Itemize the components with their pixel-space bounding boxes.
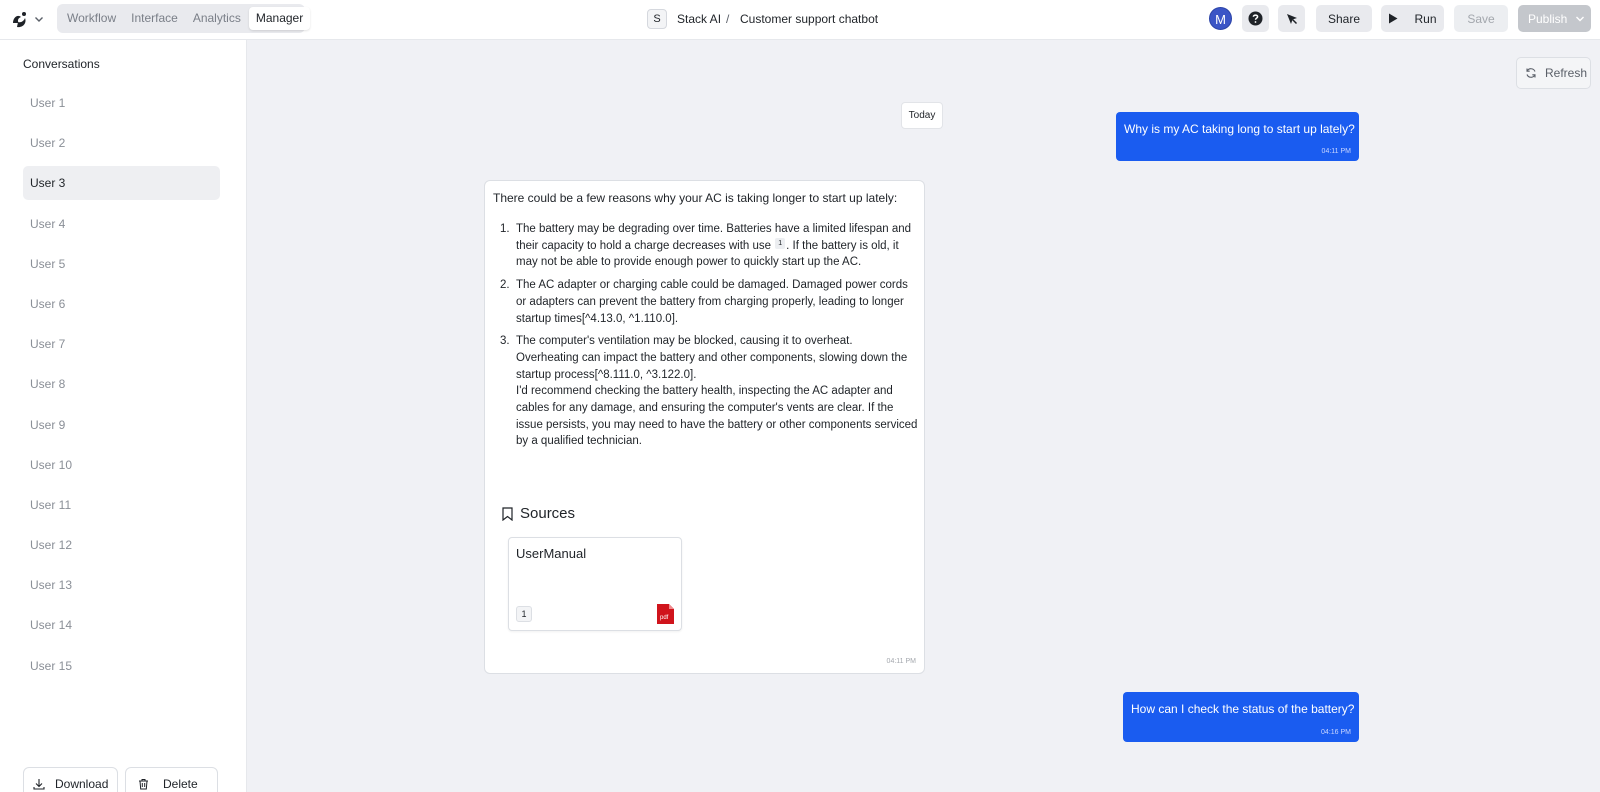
- conversation-item[interactable]: User 15: [23, 649, 220, 683]
- conversations-sidebar: Conversations User 1 User 2 User 3 User …: [0, 40, 247, 792]
- mode-tabs: Workflow Interface Analytics Manager: [57, 4, 311, 33]
- source-page-badge: 1: [516, 606, 532, 622]
- conversation-item[interactable]: User 8: [23, 367, 220, 401]
- download-label: Download: [55, 777, 109, 791]
- chevron-down-icon[interactable]: [33, 13, 45, 25]
- list-number: 1.: [500, 223, 510, 235]
- source-card[interactable]: UserManual 1 pdf: [508, 537, 682, 631]
- list-text: The AC adapter or charging cable could b…: [516, 279, 908, 325]
- list-item: 3. The computer's ventilation may be blo…: [493, 333, 918, 450]
- sources-heading: Sources: [502, 505, 575, 522]
- sidebar-title: Conversations: [23, 57, 100, 71]
- list-number: 2.: [500, 279, 510, 292]
- delete-label: Delete: [163, 777, 198, 791]
- publish-button[interactable]: Publish: [1518, 5, 1591, 32]
- chevron-down-icon[interactable]: [1575, 14, 1585, 24]
- message-timestamp: 04:16 PM: [1321, 729, 1351, 736]
- top-bar: Workflow Interface Analytics Manager S S…: [0, 0, 1600, 40]
- help-icon: [1248, 11, 1263, 26]
- message-timestamp: 04:11 PM: [886, 658, 916, 665]
- breadcrumb-separator: /: [726, 12, 730, 26]
- closing-paragraph: I'd recommend checking the battery healt…: [516, 385, 918, 448]
- conversation-item[interactable]: User 4: [23, 207, 220, 241]
- share-button[interactable]: Share: [1316, 5, 1372, 32]
- conversation-item[interactable]: User 1: [23, 86, 220, 120]
- refresh-label: Refresh: [1545, 66, 1588, 80]
- org-badge[interactable]: S: [647, 9, 667, 29]
- run-label: Run: [1414, 11, 1437, 26]
- date-separator: Today: [901, 102, 943, 129]
- tab-analytics[interactable]: Analytics: [186, 7, 248, 30]
- conversation-item[interactable]: User 13: [23, 568, 220, 602]
- conversation-item[interactable]: User 7: [23, 327, 220, 361]
- avatar[interactable]: M: [1209, 7, 1232, 30]
- sources-title: Sources: [520, 505, 576, 522]
- download-button[interactable]: Download: [23, 767, 118, 792]
- run-button[interactable]: Run: [1381, 5, 1444, 32]
- refresh-icon: [1526, 68, 1536, 78]
- download-icon: [33, 779, 45, 790]
- user-message: How can I check the status of the batter…: [1123, 692, 1359, 742]
- tab-interface[interactable]: Interface: [124, 7, 185, 30]
- cursor-icon: [1286, 13, 1297, 24]
- source-name: UserManual: [516, 546, 587, 561]
- message-list: 1. The battery may be degrading over tim…: [493, 221, 918, 456]
- tab-workflow[interactable]: Workflow: [60, 7, 123, 30]
- conversation-item[interactable]: User 10: [23, 448, 220, 482]
- assistant-message: There could be a few reasons why your AC…: [484, 180, 925, 674]
- conversation-list: User 1 User 2 User 3 User 4 User 5 User …: [23, 86, 220, 689]
- conversation-item[interactable]: User 14: [23, 608, 220, 642]
- list-number: 3.: [500, 335, 510, 348]
- pdf-icon-label: pdf: [660, 615, 669, 621]
- pdf-icon: pdf: [657, 604, 674, 624]
- conversation-item-selected[interactable]: User 3: [23, 166, 220, 201]
- list-item: 1. The battery may be degrading over tim…: [493, 221, 918, 271]
- list-text: The computer's ventilation may be blocke…: [516, 335, 908, 381]
- conversation-item[interactable]: User 11: [23, 488, 220, 522]
- delete-button[interactable]: Delete: [125, 767, 218, 792]
- publish-label: Publish: [1528, 11, 1568, 26]
- conversation-item[interactable]: User 6: [23, 287, 220, 321]
- breadcrumb-project[interactable]: Customer support chatbot: [740, 9, 878, 29]
- conversation-item[interactable]: User 9: [23, 408, 220, 442]
- play-icon: [1389, 13, 1398, 24]
- citation-badge[interactable]: 1: [775, 237, 786, 249]
- trash-icon: [139, 779, 148, 790]
- message-text: How can I check the status of the batter…: [1131, 702, 1355, 716]
- refresh-button[interactable]: Refresh: [1516, 57, 1591, 89]
- conversation-item[interactable]: User 5: [23, 247, 220, 281]
- message-timestamp: 04:11 PM: [1321, 148, 1351, 155]
- breadcrumb-org[interactable]: Stack AI: [677, 9, 721, 29]
- logo-icon[interactable]: [9, 9, 31, 31]
- conversation-item[interactable]: User 12: [23, 528, 220, 562]
- bookmark-icon: [502, 506, 513, 521]
- conversation-item[interactable]: User 2: [23, 126, 220, 160]
- message-text: Why is my AC taking long to start up lat…: [1124, 122, 1355, 136]
- tab-manager[interactable]: Manager: [248, 7, 311, 30]
- save-button[interactable]: Save: [1454, 5, 1508, 32]
- message-intro: There could be a few reasons why your AC…: [493, 191, 898, 205]
- user-message: Why is my AC taking long to start up lat…: [1116, 112, 1359, 161]
- list-item: 2. The AC adapter or charging cable coul…: [493, 277, 918, 327]
- help-button[interactable]: [1242, 5, 1269, 32]
- cursor-button[interactable]: [1278, 5, 1305, 32]
